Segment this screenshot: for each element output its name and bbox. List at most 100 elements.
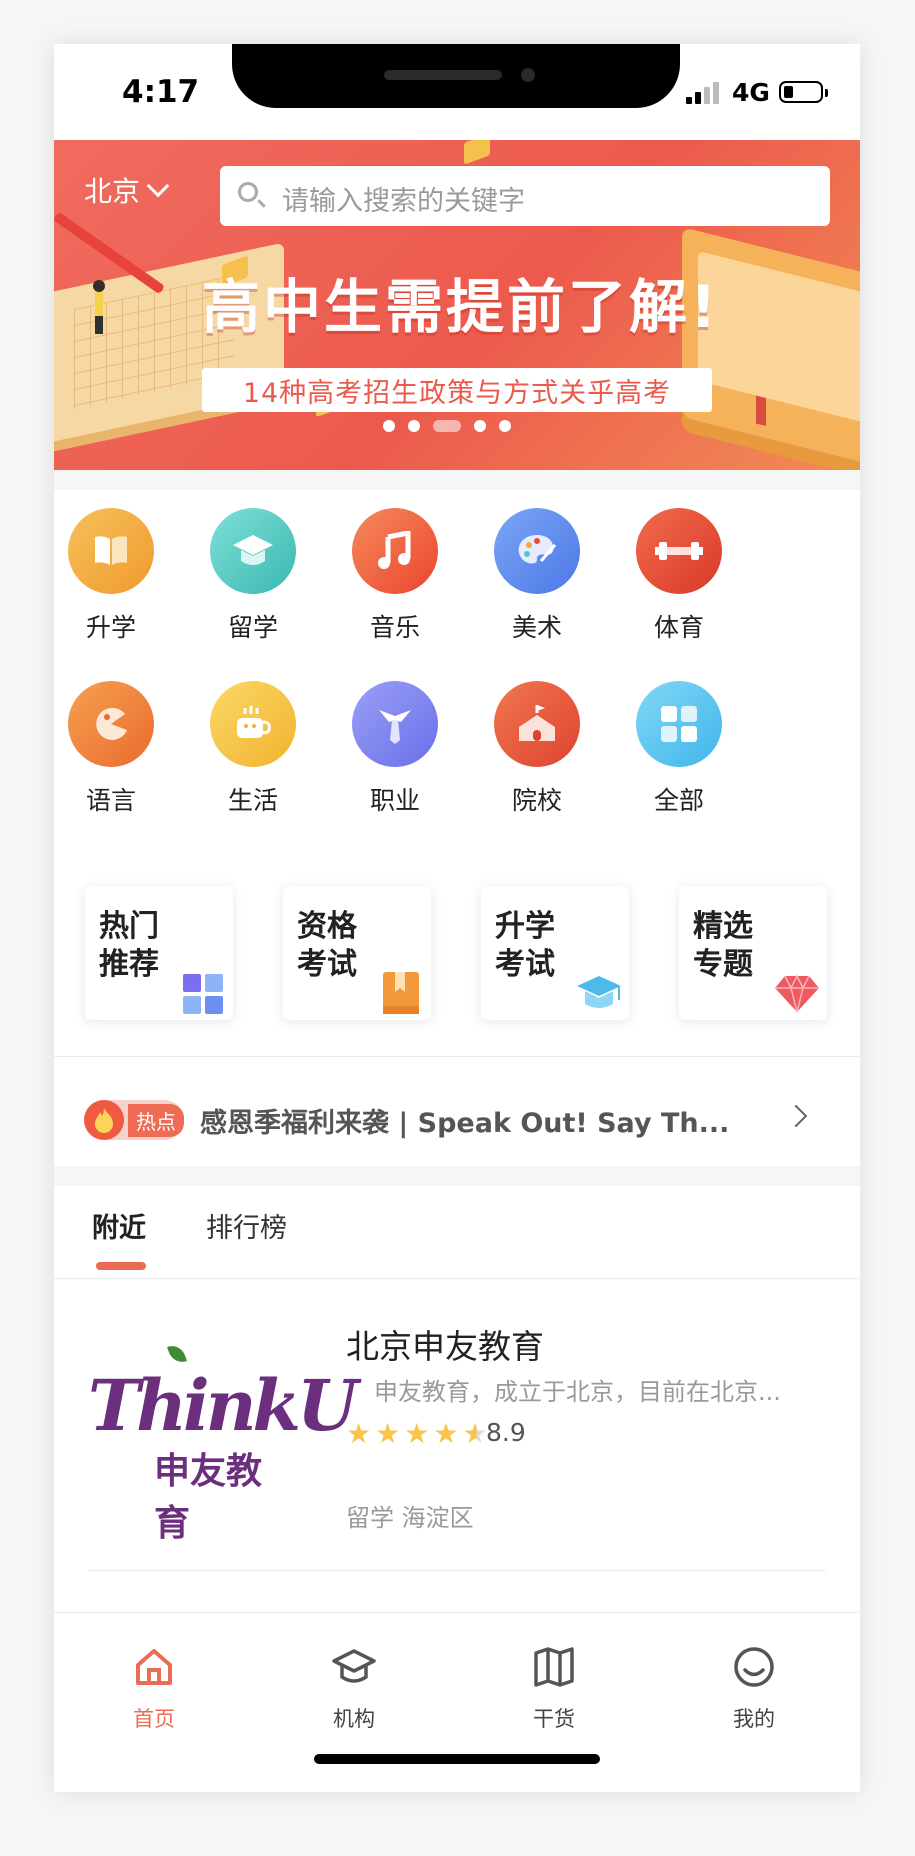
category-label: 音乐 — [369, 613, 420, 642]
nav-label: 我的 — [733, 1707, 775, 1731]
category-label: 院校 — [511, 786, 562, 815]
battery-icon — [779, 81, 828, 103]
carousel-dot[interactable] — [474, 420, 486, 432]
rating-stars: ★ ★ ★ ★ ★ — [346, 1420, 488, 1448]
category-item-留学[interactable]: 留学 — [193, 508, 313, 644]
category-label: 留学 — [227, 613, 278, 642]
carousel-dot-active[interactable] — [433, 420, 461, 432]
graduation-cap-icon — [210, 508, 296, 594]
logo-cn-text: 申友教育 — [154, 1451, 263, 1544]
rating-score: 8.9 — [486, 1418, 526, 1447]
half-star-icon: ★ — [462, 1417, 488, 1450]
search-input[interactable]: 请输入搜索的关键字 — [220, 166, 830, 226]
divider — [54, 1056, 860, 1057]
section-gap — [54, 1166, 860, 1186]
bottom-nav: 首页 机构 干货 我的 — [54, 1612, 860, 1792]
nav-articles[interactable]: 干货 — [504, 1643, 604, 1733]
category-label: 升学 — [85, 613, 136, 642]
network-type: 4G — [732, 78, 770, 107]
star-icon: ★ — [433, 1417, 459, 1450]
nav-label: 干货 — [533, 1707, 575, 1731]
grid-icon — [636, 681, 722, 767]
banner-headline: 高中生需提前了解! — [202, 273, 720, 341]
nav-profile[interactable]: 我的 — [704, 1643, 804, 1733]
smiley-icon — [734, 1647, 774, 1687]
category-item-职业[interactable]: 职业 — [335, 681, 455, 817]
feature-card-title: 热门 推荐 — [99, 909, 159, 982]
notch — [232, 44, 680, 108]
home-indicator[interactable] — [314, 1754, 600, 1764]
feature-card-special[interactable]: 精选 专题 — [679, 886, 827, 1020]
bookmark-book-icon — [383, 972, 419, 1014]
org-name[interactable]: 北京申友教育 — [346, 1320, 544, 1368]
book-icon — [68, 508, 154, 594]
nav-institutions[interactable]: 机构 — [304, 1643, 404, 1733]
diamond-icon — [775, 974, 819, 1013]
star-icon: ★ — [375, 1417, 401, 1450]
category-item-升学[interactable]: 升学 — [54, 508, 171, 644]
category-item-生活[interactable]: 生活 — [193, 681, 313, 817]
category-label: 美术 — [511, 613, 562, 642]
phone-screen: 4:17 4G 北京 请输入搜索的关键字 高中生需提前了解! 14种高考招生政策… — [54, 44, 860, 1792]
tab-nearby[interactable]: 附近 — [92, 1206, 146, 1245]
search-icon — [238, 182, 258, 202]
carousel-dot[interactable] — [499, 420, 511, 432]
category-label: 体育 — [653, 613, 704, 642]
carousel-dot[interactable] — [383, 420, 395, 432]
hot-badge-label: 热点 — [128, 1103, 184, 1137]
category-label: 语言 — [85, 786, 136, 815]
category-item-体育[interactable]: 体育 — [619, 508, 739, 644]
search-placeholder: 请输入搜索的关键字 — [282, 186, 525, 217]
grid-icon — [183, 974, 223, 1014]
hot-news-text: 感恩季福利来袭 | Speak Out! Say Th... — [200, 1107, 730, 1139]
promo-banner[interactable]: 北京 请输入搜索的关键字 高中生需提前了解! 14种高考招生政策与方式关乎高考 — [54, 140, 860, 470]
carousel-dot[interactable] — [408, 420, 420, 432]
feature-card-hot[interactable]: 热门 推荐 — [85, 886, 233, 1020]
star-icon: ★ — [404, 1417, 430, 1450]
tab-indicator — [96, 1262, 146, 1270]
feature-card-qualification[interactable]: 资格 考试 — [283, 886, 431, 1020]
coffee-cup-icon — [210, 681, 296, 767]
open-book-icon — [534, 1647, 574, 1687]
category-item-音乐[interactable]: 音乐 — [335, 508, 455, 644]
org-tags: 留学 海淀区 — [346, 1504, 474, 1532]
tab-ranking[interactable]: 排行榜 — [206, 1206, 287, 1245]
nav-label: 首页 — [133, 1707, 175, 1731]
camera — [521, 68, 535, 82]
palette-icon — [494, 508, 580, 594]
flame-icon — [84, 1100, 124, 1140]
city-label: 北京 — [84, 175, 141, 208]
home-icon — [136, 1649, 172, 1685]
feature-card-exam[interactable]: 升学 考试 — [481, 886, 629, 1020]
nav-home[interactable]: 首页 — [104, 1643, 204, 1733]
divider — [88, 1570, 826, 1571]
category-label: 职业 — [369, 786, 420, 815]
divider — [54, 1278, 860, 1279]
category-item-全部[interactable]: 全部 — [619, 681, 739, 817]
leaf-icon — [167, 1342, 187, 1366]
dumbbell-icon — [636, 508, 722, 594]
category-item-美术[interactable]: 美术 — [477, 508, 597, 644]
city-selector[interactable]: 北京 — [84, 170, 170, 210]
cube-decoration — [464, 140, 490, 165]
org-logo[interactable]: ThinkU 申友教育 — [88, 1324, 358, 1544]
signal-icon — [686, 82, 722, 104]
graduation-cap-icon — [577, 976, 621, 1008]
feature-card-title: 资格 考试 — [297, 909, 357, 982]
feature-card-title: 精选 专题 — [693, 909, 753, 982]
status-bar: 4:17 4G — [54, 44, 860, 140]
chevron-right-icon[interactable] — [784, 1104, 808, 1128]
feature-card-title: 升学 考试 — [495, 909, 555, 982]
nav-label: 机构 — [333, 1707, 375, 1731]
category-label: 全部 — [653, 786, 704, 815]
category-item-院校[interactable]: 院校 — [477, 681, 597, 817]
tie-icon — [352, 681, 438, 767]
carousel-dots — [383, 420, 511, 432]
logo-text: ThinkU — [88, 1364, 358, 1447]
school-icon — [494, 681, 580, 767]
hot-news-row[interactable]: 热点 感恩季福利来袭 | Speak Out! Say Th... — [84, 1100, 729, 1140]
banner-subline: 14种高考招生政策与方式关乎高考 — [202, 368, 712, 412]
category-label: 生活 — [227, 786, 278, 815]
org-description: 申友教育，成立于北京，目前在北京... — [374, 1378, 781, 1406]
category-item-语言[interactable]: 语言 — [54, 681, 171, 817]
